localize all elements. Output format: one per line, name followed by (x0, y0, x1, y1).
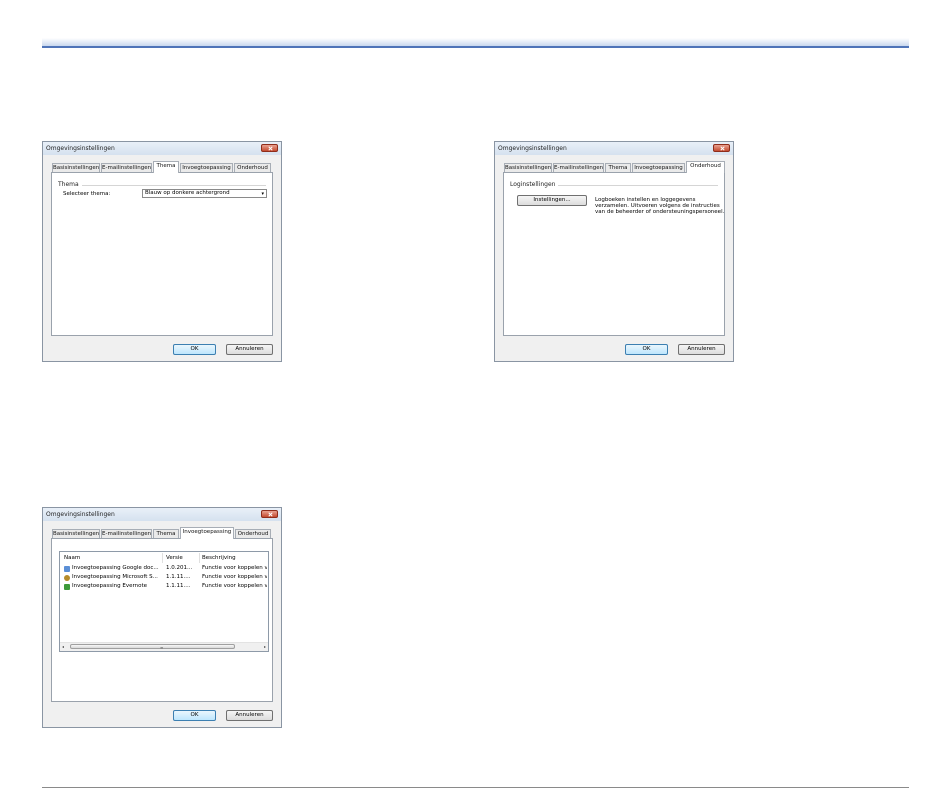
google-docs-icon (64, 566, 70, 572)
tab-panel-onderhoud: Loginstellingen Instellingen... Logboeke… (503, 172, 725, 336)
select-theme-label: Selecteer thema: (63, 191, 111, 197)
scrollbar-thumb[interactable]: ≡ (70, 644, 235, 650)
tab-emailinstellingen[interactable]: E-mailinstellingen (553, 163, 604, 172)
page-header-rule (42, 38, 909, 48)
tab-invoegtoepassing[interactable]: Invoegtoepassing (180, 163, 233, 172)
dialog-title: Omgevingsinstellingen (498, 145, 567, 152)
title-bar: Omgevingsinstellingen (43, 508, 281, 521)
settings-dialog-invoegtoepassing: Omgevingsinstellingen Basisinstellingen … (42, 507, 282, 728)
tab-onderhoud[interactable]: Onderhoud (686, 161, 725, 173)
tab-panel-invoegtoepassing: Naam Versie Beschrijving Invoegtoepassin… (51, 538, 273, 702)
tab-thema[interactable]: Thema (153, 161, 179, 173)
plugin-version: 1.1.11.... (166, 583, 191, 589)
column-separator (162, 553, 163, 563)
tab-basisinstellingen[interactable]: Basisinstellingen (52, 529, 100, 538)
group-divider (60, 185, 266, 186)
horizontal-scrollbar[interactable]: ◂ ≡ ▸ (60, 642, 268, 651)
settings-dialog-onderhoud: Omgevingsinstellingen Basisinstellingen … (494, 141, 734, 362)
cancel-button[interactable]: Annuleren (226, 344, 273, 355)
ok-button[interactable]: OK (625, 344, 668, 355)
tab-basisinstellingen[interactable]: Basisinstellingen (52, 163, 100, 172)
plugin-description: Functie voor koppelen v (202, 565, 267, 571)
plugin-description: Functie voor koppelen v (202, 583, 267, 589)
tab-onderhoud[interactable]: Onderhoud (235, 529, 271, 538)
scroll-right-icon[interactable]: ▸ (264, 644, 266, 649)
scroll-grip-icon: ≡ (160, 645, 164, 650)
settings-dialog-thema: Omgevingsinstellingen Basisinstellingen … (42, 141, 282, 362)
scroll-left-icon[interactable]: ◂ (62, 644, 64, 649)
dialog-title: Omgevingsinstellingen (46, 145, 115, 152)
tab-onderhoud[interactable]: Onderhoud (234, 163, 271, 172)
plugin-description: Functie voor koppelen v (202, 574, 267, 580)
close-icon[interactable] (713, 144, 730, 152)
theme-select-value: Blauw op donkere achtergrond (145, 190, 230, 196)
tab-thema[interactable]: Thema (605, 163, 631, 172)
theme-select[interactable]: Blauw op donkere achtergrond ▾ (142, 189, 267, 198)
column-header-name[interactable]: Naam (64, 555, 80, 561)
close-icon[interactable] (261, 144, 278, 152)
log-settings-description: Logboeken instellen en loggegevens verza… (595, 197, 725, 216)
tab-panel-thema: Thema Selecteer thema: Blauw op donkere … (51, 172, 273, 336)
group-label-loginstellingen: Loginstellingen (510, 181, 559, 188)
column-header-version[interactable]: Versie (166, 555, 183, 561)
title-bar: Omgevingsinstellingen (43, 142, 281, 155)
plugin-version: 1.1.11.... (166, 574, 191, 580)
ok-button[interactable]: OK (173, 344, 216, 355)
plugin-name: Invoegtoepassing Microsoft S... (72, 574, 158, 580)
cancel-button[interactable]: Annuleren (678, 344, 725, 355)
ok-button[interactable]: OK (173, 710, 216, 721)
table-row[interactable]: Invoegtoepassing Evernote 1.1.11.... Fun… (62, 583, 267, 591)
title-bar: Omgevingsinstellingen (495, 142, 733, 155)
dialog-title: Omgevingsinstellingen (46, 511, 115, 518)
table-row[interactable]: Invoegtoepassing Google doc... 1.0.201..… (62, 565, 267, 573)
page-footer-rule (42, 787, 909, 788)
tab-emailinstellingen[interactable]: E-mailinstellingen (101, 163, 152, 172)
column-separator (199, 553, 200, 563)
log-settings-button[interactable]: Instellingen... (517, 195, 587, 206)
plugin-list[interactable]: Naam Versie Beschrijving Invoegtoepassin… (59, 551, 269, 652)
group-label-thema: Thema (58, 181, 82, 188)
evernote-icon (64, 584, 70, 590)
table-row[interactable]: Invoegtoepassing Microsoft S... 1.1.11..… (62, 574, 267, 582)
plugin-name: Invoegtoepassing Google doc... (72, 565, 159, 571)
tab-emailinstellingen[interactable]: E-mailinstellingen (101, 529, 152, 538)
plugin-version: 1.0.201... (166, 565, 193, 571)
chevron-down-icon[interactable]: ▾ (261, 192, 264, 197)
tab-invoegtoepassing[interactable]: Invoegtoepassing (180, 527, 234, 539)
close-icon[interactable] (261, 510, 278, 518)
plugin-name: Invoegtoepassing Evernote (72, 583, 148, 589)
tab-basisinstellingen[interactable]: Basisinstellingen (504, 163, 552, 172)
cancel-button[interactable]: Annuleren (226, 710, 273, 721)
tab-invoegtoepassing[interactable]: Invoegtoepassing (632, 163, 685, 172)
column-header-description[interactable]: Beschrijving (202, 555, 236, 561)
tab-thema[interactable]: Thema (153, 529, 179, 538)
sharepoint-icon (64, 575, 70, 581)
